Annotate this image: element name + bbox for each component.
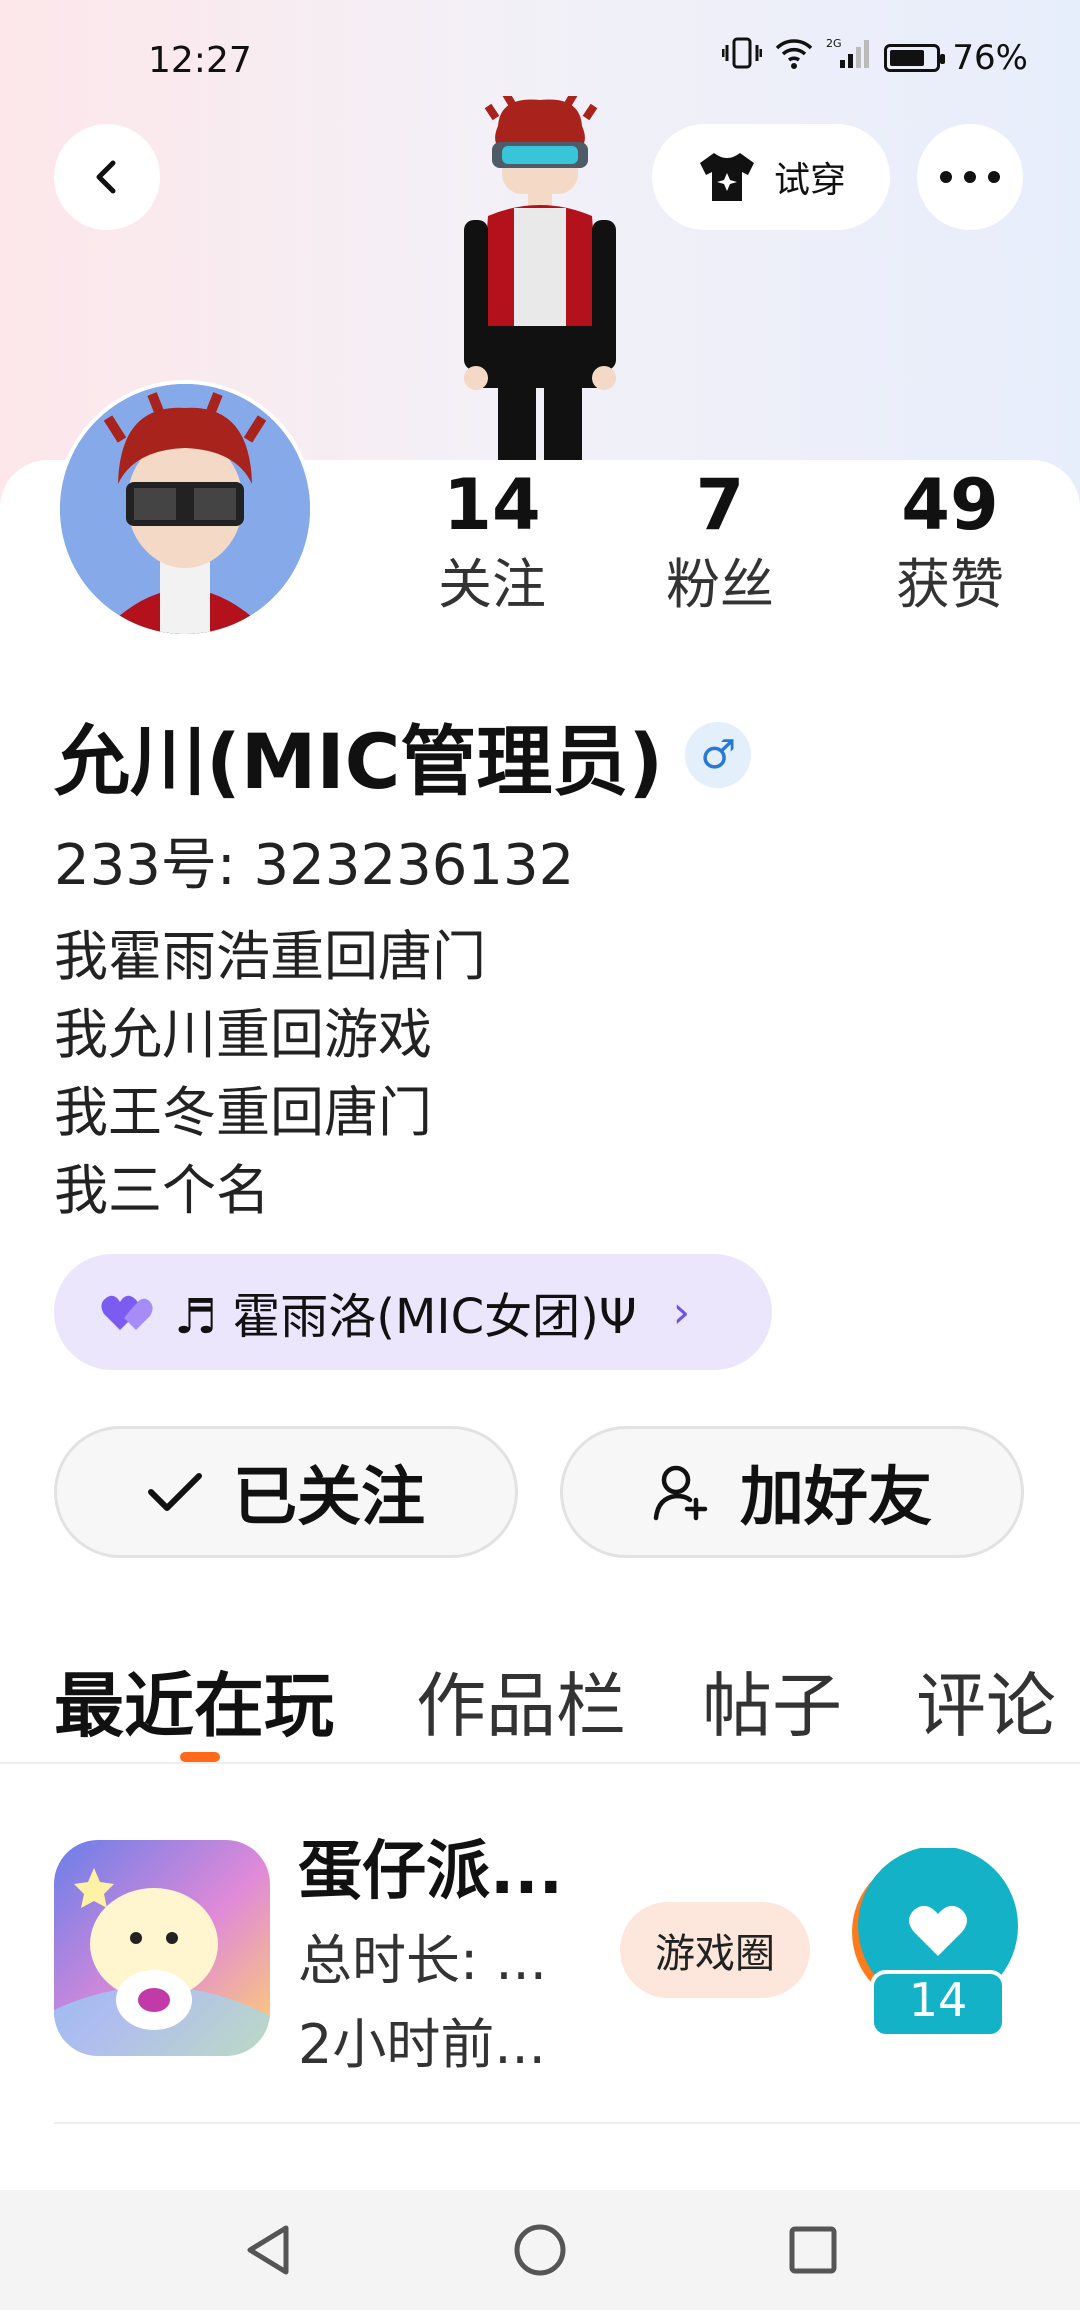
like-badge[interactable]: 14 (838, 1846, 1028, 2038)
status-time: 12:27 (148, 40, 252, 81)
stat-likes[interactable]: 49 获赞 (860, 460, 1040, 620)
cellular-signal-icon: 2G (826, 36, 872, 79)
chevron-right-icon: › (672, 1286, 691, 1338)
male-gender-icon: ♂ (685, 722, 752, 788)
followed-button[interactable]: 已关注 (54, 1426, 518, 1558)
fans-count: 7 (695, 464, 745, 546)
relationship-pill[interactable]: ♬ 霍雨洛(MIC女团)Ψ › (54, 1254, 772, 1370)
like-count: 14 (909, 1973, 968, 2027)
checkmark-icon (148, 1473, 202, 1511)
add-friend-label: 加好友 (740, 1461, 932, 1535)
tshirt-sparkle-icon (699, 153, 754, 201)
following-count: 14 (443, 464, 541, 546)
bio-line: 我霍雨浩重回唐门 (54, 925, 486, 988)
avatar-3d-figure (440, 91, 640, 464)
fans-label: 粉丝 (666, 553, 774, 616)
profile-nickname: 允川(MIC管理员) (54, 717, 664, 806)
game-last-played: 2小时前... (298, 2013, 546, 2076)
profile-bio: 我霍雨浩重回唐门 我允川重回游戏 我王冬重回唐门 我三个名 (54, 918, 486, 1230)
tab-works[interactable]: 作品栏 (416, 1650, 626, 1751)
tab-recently-played[interactable]: 最近在玩 (54, 1650, 334, 1751)
try-on-button[interactable]: 试穿 (652, 124, 890, 230)
bio-line: 我王冬重回唐门 (54, 1081, 432, 1144)
tab-posts[interactable]: 帖子 (702, 1650, 842, 1751)
home-circle-icon[interactable] (512, 2222, 568, 2278)
network-type-label: 2G (826, 37, 842, 50)
following-label: 关注 (438, 553, 546, 616)
vibrate-icon (721, 36, 763, 79)
profile-nickname-row: 允川(MIC管理员) ♂ (54, 700, 752, 810)
followed-label: 已关注 (233, 1461, 425, 1535)
profile-avatar[interactable] (56, 380, 314, 638)
bio-line: 我允川重回游戏 (54, 1003, 432, 1066)
double-heart-icon (101, 1295, 153, 1330)
list-divider (54, 2122, 1080, 2124)
game-total-time: 总时长: ... (298, 1929, 547, 1992)
active-tab-indicator (180, 1752, 220, 1762)
status-icons: 2G 76% (721, 36, 1028, 79)
chevron-left-icon (96, 160, 116, 194)
likes-label: 获赞 (896, 553, 1004, 616)
try-on-label: 试穿 (773, 160, 846, 201)
profile-tabs: 最近在玩 作品栏 帖子 评论 (0, 1640, 1080, 1764)
list-item[interactable]: 蛋仔派... 总时长: ... 2小时前... 游戏圈 14 (0, 1820, 1080, 2080)
tab-comments[interactable]: 评论 (916, 1650, 1056, 1751)
game-title: 蛋仔派... (298, 1835, 563, 1909)
add-friend-button[interactable]: 加好友 (560, 1426, 1024, 1558)
recents-square-icon[interactable] (788, 2225, 838, 2275)
more-options-button[interactable] (917, 124, 1023, 230)
bio-line: 我三个名 (54, 1159, 270, 1222)
stat-following[interactable]: 14 关注 (402, 460, 582, 620)
tabs-divider (0, 1762, 1080, 1764)
game-circle-tag[interactable]: 游戏圈 (620, 1902, 810, 1998)
profile-id: 233号: 323236132 (54, 833, 575, 898)
more-dots-icon (940, 171, 1000, 183)
wifi-icon (774, 36, 814, 79)
battery-percent: 76% (952, 37, 1028, 78)
battery-fill (890, 49, 924, 66)
likes-count: 49 (901, 464, 999, 546)
relationship-text: ♬ 霍雨洛(MIC女团)Ψ (174, 1289, 637, 1345)
stat-fans[interactable]: 7 粉丝 (630, 460, 810, 620)
back-triangle-icon[interactable] (242, 2222, 292, 2278)
game-app-icon[interactable] (54, 1840, 270, 2056)
battery-icon (884, 43, 946, 72)
back-button[interactable] (54, 124, 160, 230)
system-navigation-bar (0, 2190, 1080, 2310)
add-user-icon (653, 1465, 708, 1521)
